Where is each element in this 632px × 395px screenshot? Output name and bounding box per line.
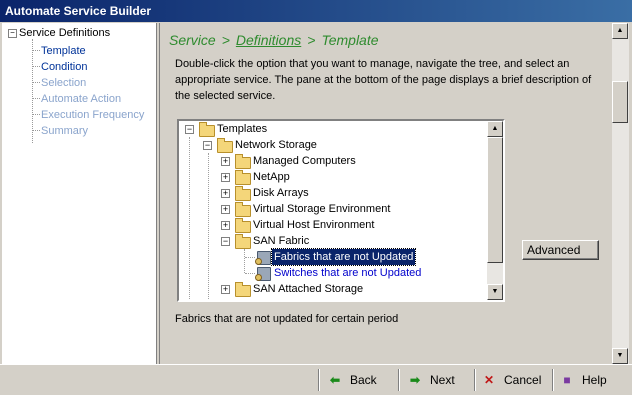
back-label: Back (350, 373, 377, 387)
cancel-button[interactable]: ✕ Cancel (480, 370, 541, 390)
folder-icon (235, 202, 251, 217)
folder-open-icon (199, 122, 215, 137)
tree-line (189, 137, 190, 300)
nav-item-template[interactable]: Template (41, 43, 144, 59)
nav-tree-branch (33, 114, 40, 115)
breadcrumb-template: Template (321, 32, 379, 48)
advanced-button[interactable]: Advanced (522, 240, 599, 260)
nav-item-execution-frequency: Execution Frequency (41, 109, 145, 121)
instructions-text: Double-click the option that you want to… (175, 58, 592, 102)
divider (318, 369, 320, 391)
folder-icon (235, 218, 251, 233)
service-template-icon (255, 267, 271, 281)
nav-tree-branch (33, 66, 40, 67)
tree-node-label: Managed Computers (253, 155, 356, 167)
next-label: Next (430, 373, 455, 387)
folder-icon (235, 186, 251, 201)
tree-node-label: Disk Arrays (253, 187, 309, 199)
scroll-thumb[interactable] (487, 137, 503, 263)
nav-root-label: Service Definitions (19, 27, 111, 39)
tree-node-label: NetApp (253, 171, 290, 183)
nav-tree-branch (33, 98, 40, 99)
collapse-icon[interactable]: − (221, 237, 230, 246)
tree-line (208, 153, 209, 300)
tree-node-label: SAN Fabric (253, 235, 310, 247)
folder-icon (235, 282, 251, 297)
back-arrow-icon: ⬅ (329, 373, 341, 387)
folder-open-icon (217, 138, 233, 153)
nav-tree-branch (33, 82, 40, 83)
nav-list: Template Condition Selection Automate Ac… (41, 43, 144, 139)
breadcrumb-definitions-link[interactable]: Definitions (236, 32, 301, 48)
tree-node-label: Virtual Storage Environment (253, 203, 391, 215)
nav-item-automate-action: Automate Action (41, 93, 122, 105)
tree-line (244, 249, 245, 273)
nav-tree-branch (33, 50, 40, 51)
nav-root[interactable]: − Service Definitions (8, 27, 110, 39)
next-button[interactable]: ➡ Next (406, 370, 455, 390)
tree-node-label: SAN Attached Storage (253, 283, 364, 295)
scroll-down-arrow-icon[interactable]: ▼ (612, 348, 628, 364)
nav-item-selection: Selection (41, 77, 87, 89)
divider (398, 369, 400, 391)
nav-item-summary: Summary (41, 125, 89, 137)
window-title: Automate Service Builder (0, 0, 632, 22)
tree-node-label-selected: Fabrics that are not Updated (270, 248, 417, 266)
scroll-up-arrow-icon[interactable]: ▲ (487, 121, 503, 137)
collapse-icon[interactable]: − (185, 125, 194, 134)
tree-viewport: − Templates − Network Storage + Managed … (179, 121, 487, 300)
tree-node-label: Virtual Host Environment (253, 219, 375, 231)
divider (552, 369, 554, 391)
tree-node-label: Network Storage (235, 139, 317, 151)
service-template-icon (255, 251, 271, 265)
folder-open-icon (235, 234, 251, 249)
scroll-thumb[interactable] (612, 81, 628, 123)
collapse-icon[interactable]: − (8, 28, 17, 38)
breadcrumb-separator: > (221, 32, 230, 48)
tree-line (245, 273, 255, 274)
expand-icon[interactable]: + (221, 285, 230, 294)
expand-icon[interactable]: + (221, 189, 230, 198)
template-tree[interactable]: − Templates − Network Storage + Managed … (177, 119, 505, 302)
expand-icon[interactable]: + (221, 173, 230, 182)
help-button[interactable]: ■ Help (558, 370, 607, 390)
folder-icon (235, 170, 251, 185)
expand-icon[interactable]: + (221, 205, 230, 214)
scroll-up-arrow-icon[interactable]: ▲ (612, 23, 628, 39)
back-button[interactable]: ⬅ Back (326, 370, 377, 390)
breadcrumb-service: Service (169, 32, 216, 48)
help-label: Help (582, 373, 607, 387)
content-scrollbar[interactable]: ▲ ▼ (612, 23, 629, 364)
tree-node-label: Templates (217, 123, 268, 135)
tree-line (245, 257, 255, 258)
cancel-label: Cancel (504, 373, 542, 387)
expand-icon[interactable]: + (221, 157, 230, 166)
pane-splitter[interactable] (157, 23, 160, 364)
nav-item-condition[interactable]: Condition (41, 59, 144, 75)
next-arrow-icon: ➡ (409, 373, 421, 387)
breadcrumb-separator: > (307, 32, 316, 48)
scroll-down-arrow-icon[interactable]: ▼ (487, 284, 503, 300)
service-description: Fabrics that are not updated for certain… (175, 313, 399, 325)
expand-icon[interactable]: + (221, 221, 230, 230)
tree-scrollbar[interactable]: ▲ ▼ (487, 121, 503, 300)
collapse-icon[interactable]: − (203, 141, 212, 150)
nav-tree-branch (33, 130, 40, 131)
tree-node-label: Switches that are not Updated (274, 267, 422, 279)
wizard-button-bar: ⬅ Back ➡ Next ✕ Cancel ■ Help (0, 364, 632, 395)
help-book-icon: ■ (563, 373, 571, 387)
cancel-x-icon: ✕ (483, 373, 495, 387)
nav-tree-line (32, 39, 33, 143)
divider (474, 369, 476, 391)
nav-pane: − Service Definitions Template Condition … (2, 23, 157, 364)
folder-icon (235, 154, 251, 169)
main-content: Service > Definitions > Template Double-clic… (161, 23, 612, 364)
breadcrumb: Service > Definitions > Template (169, 32, 379, 48)
